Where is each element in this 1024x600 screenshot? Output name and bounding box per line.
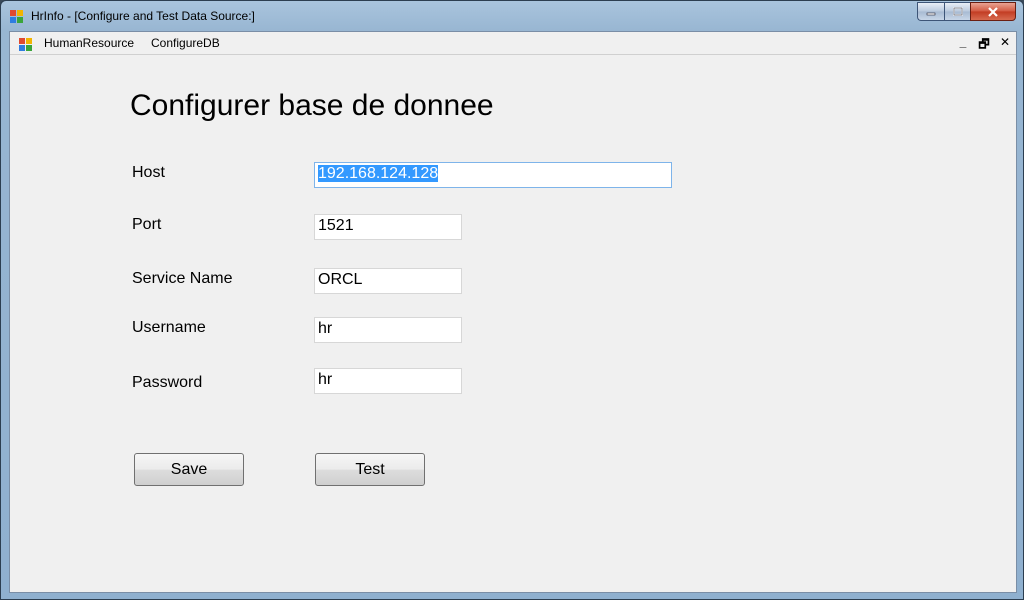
save-button[interactable]: Save	[134, 453, 244, 486]
window-title: HrInfo - [Configure and Test Data Source…	[31, 9, 255, 23]
username-label: Username	[132, 319, 206, 336]
host-field[interactable]: 192.168.124.128	[314, 162, 672, 188]
window-minimize-button[interactable]	[917, 2, 944, 21]
host-label: Host	[132, 164, 165, 181]
username-field[interactable]: hr	[314, 317, 462, 343]
window-caption-buttons	[917, 2, 1016, 22]
maximize-icon	[952, 7, 963, 16]
app-icon	[10, 10, 23, 23]
port-field[interactable]: 1521	[314, 214, 462, 240]
mdi-child-controls: _ 🗗 ✕	[956, 35, 1012, 56]
menu-item-configuredb[interactable]: ConfigureDB	[151, 36, 220, 50]
password-field[interactable]: hr	[314, 368, 462, 394]
menu-item-humanresource[interactable]: HumanResource	[44, 36, 134, 50]
page-title: Configurer base de donnee	[130, 89, 494, 122]
configure-db-form: Configurer base de donnee Host 192.168.1…	[10, 56, 1016, 592]
mdi-close-icon[interactable]: ✕	[998, 35, 1012, 56]
app-window: HrInfo - [Configure and Test Data Source…	[0, 0, 1024, 600]
mdi-restore-icon[interactable]: 🗗	[977, 35, 991, 56]
password-label: Password	[132, 374, 203, 391]
mdi-child-icon[interactable]	[18, 36, 34, 52]
window-close-button[interactable]	[970, 2, 1016, 21]
service-name-field[interactable]: ORCL	[314, 268, 462, 294]
menu-bar: HumanResource ConfigureDB _ 🗗 ✕	[10, 32, 1016, 55]
test-button[interactable]: Test	[315, 453, 425, 486]
close-icon	[988, 6, 998, 17]
host-field-value: 192.168.124.128	[318, 165, 439, 182]
mdi-minimize-icon[interactable]: _	[956, 35, 970, 56]
window-maximize-button[interactable]	[944, 2, 970, 21]
mdi-client-area: HumanResource ConfigureDB _ 🗗 ✕ Configur…	[9, 31, 1017, 593]
title-bar[interactable]: HrInfo - [Configure and Test Data Source…	[1, 1, 1023, 31]
minimize-icon	[926, 12, 936, 15]
service-name-label: Service Name	[132, 270, 233, 287]
port-label: Port	[132, 216, 162, 233]
